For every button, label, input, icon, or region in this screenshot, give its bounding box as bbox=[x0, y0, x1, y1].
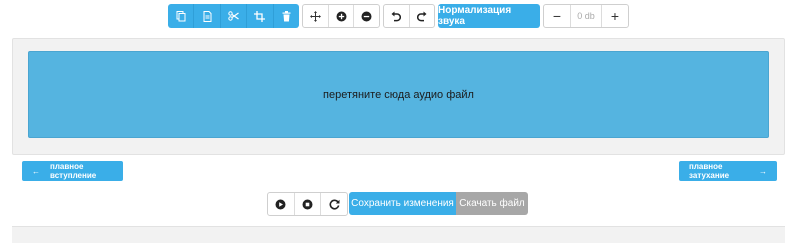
fade-out-button[interactable]: плавное затухание → bbox=[679, 161, 777, 181]
arrow-left-icon: ← bbox=[32, 166, 40, 176]
save-changes-button[interactable]: Сохранить изменения bbox=[349, 192, 456, 215]
redo-button[interactable] bbox=[410, 5, 435, 27]
stop-icon bbox=[302, 199, 313, 209]
dropzone-text: перетяните сюда аудио файл bbox=[323, 88, 474, 101]
undo-button[interactable] bbox=[384, 5, 410, 27]
copy-icon bbox=[176, 10, 186, 21]
normalize-button[interactable]: Нормализация звука bbox=[438, 4, 540, 28]
fade-out-label: плавное затухание bbox=[689, 162, 730, 180]
cut-icon bbox=[228, 11, 239, 21]
cut-button[interactable] bbox=[220, 4, 248, 28]
fade-in-button[interactable]: ← плавное вступление bbox=[22, 161, 123, 181]
volume-value: 0 db bbox=[577, 11, 595, 21]
trash-icon bbox=[282, 10, 291, 21]
volume-control: − 0 db + bbox=[543, 4, 629, 28]
audio-dropzone[interactable]: перетяните сюда аудио файл bbox=[28, 51, 769, 138]
redo-icon bbox=[416, 11, 427, 21]
edit-toolbar bbox=[168, 4, 299, 28]
volume-decrease-button[interactable]: − bbox=[544, 5, 571, 27]
paste-button[interactable] bbox=[194, 4, 221, 28]
volume-increase-button[interactable]: + bbox=[601, 5, 628, 27]
reload-icon bbox=[329, 199, 340, 209]
crop-icon bbox=[254, 10, 266, 22]
reload-button[interactable] bbox=[321, 193, 347, 215]
fade-in-label: плавное вступление bbox=[50, 162, 97, 180]
stop-button[interactable] bbox=[295, 193, 322, 215]
play-icon bbox=[275, 199, 286, 209]
copy-button[interactable] bbox=[168, 4, 195, 28]
delete-button[interactable] bbox=[273, 4, 299, 28]
view-toolbar bbox=[302, 4, 380, 28]
crop-button[interactable] bbox=[247, 4, 274, 28]
history-toolbar bbox=[383, 4, 435, 28]
move-icon bbox=[309, 10, 321, 22]
zoom-out-icon bbox=[361, 11, 372, 21]
undo-icon bbox=[391, 11, 402, 21]
play-button[interactable] bbox=[268, 193, 295, 215]
playback-controls bbox=[267, 192, 348, 216]
bottom-panel bbox=[12, 226, 785, 243]
move-button[interactable] bbox=[303, 5, 329, 27]
download-file-button[interactable]: Скачать файл bbox=[456, 192, 528, 215]
arrow-right-icon: → bbox=[759, 166, 767, 176]
zoom-in-icon bbox=[336, 11, 346, 21]
paste-icon bbox=[203, 10, 212, 22]
zoom-in-button[interactable] bbox=[329, 5, 355, 27]
zoom-out-button[interactable] bbox=[354, 5, 379, 27]
